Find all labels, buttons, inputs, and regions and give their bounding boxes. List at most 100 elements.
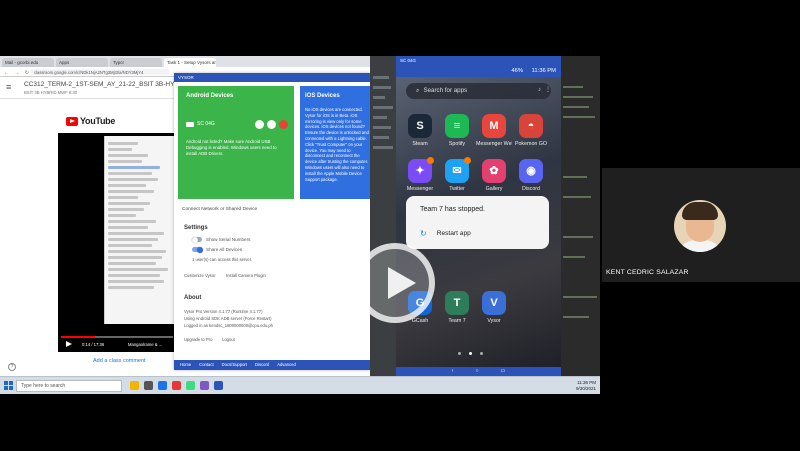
browser-tab-strip: Mail - gcorbi.edu Apps Typcr Task 1 - Se… xyxy=(0,56,370,67)
app-label: Twitter xyxy=(449,186,465,192)
android-devices-card: Android Devices SC 04G Android not liste… xyxy=(178,86,294,199)
settings-icon[interactable] xyxy=(267,120,276,129)
windows-taskbar: Type here to search 11:36 PM 9/30/2021 xyxy=(0,376,600,394)
restart-app-button[interactable]: ↻ Restart app xyxy=(420,229,471,238)
app-icon-pokemon-go[interactable]: ◓ Pokemon GO xyxy=(513,114,549,147)
windows-start-icon[interactable] xyxy=(4,381,13,390)
app-label: Spotify xyxy=(448,141,466,147)
browser-tab[interactable]: Mail - gcorbi.edu xyxy=(2,58,54,67)
logout-link[interactable]: Logout xyxy=(222,337,235,342)
youtube-logo-text: YouTube xyxy=(80,116,116,126)
app-icon-messenger[interactable]: ✦ Messenger xyxy=(402,157,438,192)
camera-plugin-link[interactable]: Install Camera Plugin xyxy=(226,273,266,278)
taskbar-apps xyxy=(130,381,223,390)
restart-icon: ↻ xyxy=(420,229,427,238)
app-glyph-icon: T xyxy=(445,291,469,315)
file-explorer-icon[interactable] xyxy=(130,381,139,390)
recents-icon[interactable]: ▭ xyxy=(500,367,505,376)
app-icon-gallery[interactable]: ✿ Gallery xyxy=(476,159,512,192)
about-line: Vysor Pro Version 4.1.77 (Runtime 4.1.77… xyxy=(184,309,263,314)
app-icon-vysor[interactable]: V Vysor xyxy=(476,291,512,324)
home-icon[interactable]: ○ xyxy=(475,367,478,376)
page-indicator xyxy=(458,352,483,355)
footer-discord[interactable]: Discord xyxy=(255,362,269,368)
play-icon[interactable] xyxy=(66,341,72,347)
serial-toggle[interactable] xyxy=(192,236,202,243)
footer-contact[interactable]: Contact xyxy=(199,362,213,368)
video-ide-frame xyxy=(104,136,176,324)
microphone-icon[interactable]: ♪ xyxy=(538,87,541,93)
device-row[interactable]: SC 04G xyxy=(186,121,215,127)
browser-tab[interactable]: Typcr xyxy=(110,58,162,67)
app-label: Steam xyxy=(412,141,428,147)
video-play-overlay-icon[interactable] xyxy=(355,243,435,323)
add-comment-link[interactable]: Add a class comment xyxy=(93,358,146,364)
youtube-embed[interactable]: YouTube 0:14 / 17:36 Mangaolrame & ... xyxy=(58,108,176,352)
device-name: SC 04G xyxy=(197,121,215,127)
upgrade-link[interactable]: Upgrade to Pro xyxy=(184,337,212,342)
app-glyph-icon: M xyxy=(482,114,506,138)
page-title: CC312_TERM-2_1ST-SEM_AY_21-22_BSIT 3B-HY… xyxy=(24,81,190,88)
android-studio-icon[interactable] xyxy=(186,381,195,390)
share-devices-option[interactable]: Share All Devices xyxy=(192,246,242,253)
connect-network-link[interactable]: Connect Network or Shared Device xyxy=(182,207,257,212)
app-icon-messenger-webster-di[interactable]: M Messenger Webster Di... xyxy=(476,114,512,147)
video-progress-bar[interactable] xyxy=(61,336,173,338)
customize-vysor-link[interactable]: Customize Vysor xyxy=(184,273,216,278)
serial-label: Show Serial Numbers xyxy=(206,237,251,242)
app-label: Discord xyxy=(522,186,540,192)
help-icon[interactable]: ? xyxy=(8,363,16,371)
browser-nav-icons[interactable]: ← → ↻ xyxy=(4,70,31,76)
search-icon: ⌕ xyxy=(416,87,420,94)
app-icon[interactable] xyxy=(200,381,209,390)
footer-advanced[interactable]: Advanced xyxy=(277,362,296,368)
battery-level: 46% xyxy=(511,68,523,74)
task-view-icon[interactable] xyxy=(144,381,153,390)
share-icon[interactable] xyxy=(255,120,264,129)
phone-mirror-window[interactable]: SC 04G 11:36 PM 46% ⌕ Search for apps ♪ ⋮… xyxy=(396,56,561,376)
avatar xyxy=(674,200,726,252)
app-icon-twitter[interactable]: ✉ Twitter xyxy=(439,157,475,192)
app-search-bar[interactable]: ⌕ Search for apps xyxy=(406,83,551,99)
notification-badge xyxy=(427,157,434,164)
app-icon[interactable] xyxy=(172,381,181,390)
taskbar-search[interactable]: Type here to search xyxy=(16,380,122,392)
android-devices-heading: Android Devices xyxy=(186,93,234,99)
app-glyph-icon: ≡ xyxy=(445,114,469,138)
app-label: Messenger Webster Di... xyxy=(476,141,512,147)
video-chapter-title: Mangaolrame & ... xyxy=(128,342,163,347)
back-icon[interactable]: ‹ xyxy=(452,367,454,376)
settings-heading: Settings xyxy=(184,225,208,231)
chrome-icon[interactable] xyxy=(158,381,167,390)
address-bar[interactable]: classroom.google.com/c/NDk1NjA2NTg3MjI3/… xyxy=(30,69,170,75)
more-options-icon[interactable]: ⋮ xyxy=(545,86,551,93)
code-editor-sliver xyxy=(561,56,600,376)
youtube-logo: YouTube xyxy=(66,116,115,126)
app-icon-discord[interactable]: ◉ Discord xyxy=(513,159,549,192)
share-toggle[interactable] xyxy=(192,246,203,253)
participant-name: KENT CEDRIC SALAZAR xyxy=(606,269,689,276)
app-icon-spotify[interactable]: ≡ Spotify xyxy=(439,114,475,147)
hamburger-menu-icon[interactable]: ≡ xyxy=(6,82,11,92)
meeting-stage: Mail - gcorbi.edu Apps Typcr Task 1 - Se… xyxy=(0,0,800,451)
phone-title-bar: SC 04G xyxy=(396,56,561,66)
app-glyph-icon: ◉ xyxy=(519,159,543,183)
browser-tab[interactable]: Apps xyxy=(56,58,108,67)
ios-devices-card: iOS Devices No iOS devices are connected… xyxy=(300,86,370,199)
browser-tab-active[interactable]: Task 1 - Setup Vysors and Laun xyxy=(164,58,216,67)
youtube-play-logo-icon xyxy=(66,116,78,126)
serial-numbers-option[interactable]: Show Serial Numbers xyxy=(192,236,251,243)
device-actions xyxy=(255,120,288,129)
about-heading: About xyxy=(184,295,202,301)
app-label: Gallery xyxy=(485,186,503,192)
app-icon-team-7[interactable]: T Team 7 xyxy=(439,291,475,324)
play-device-icon[interactable] xyxy=(279,120,288,129)
footer-docs[interactable]: Docs/Support xyxy=(222,362,247,368)
app-icon-steam[interactable]: S Steam xyxy=(402,114,438,147)
app-glyph-icon: S xyxy=(408,114,432,138)
footer-home[interactable]: Home xyxy=(180,362,191,368)
shared-screen: Mail - gcorbi.edu Apps Typcr Task 1 - Se… xyxy=(0,56,600,394)
app-search-placeholder: Search for apps xyxy=(423,87,468,94)
app-label: Team 7 xyxy=(448,318,466,324)
vysor-taskbar-icon[interactable] xyxy=(214,381,223,390)
